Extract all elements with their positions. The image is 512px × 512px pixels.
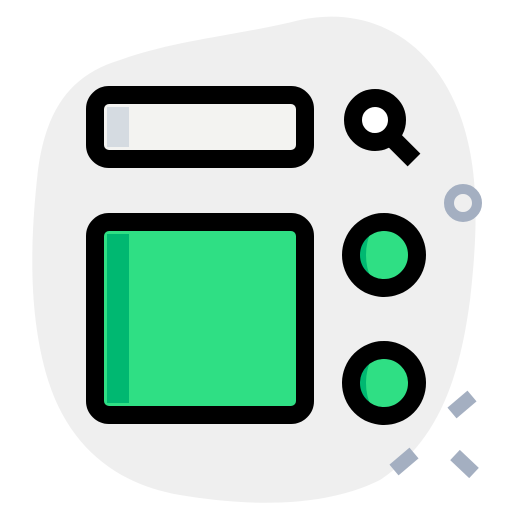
- decor-dash-right: [450, 449, 479, 479]
- search-bar-shade: [107, 107, 129, 147]
- magnifier-lens: [344, 89, 406, 151]
- option-dot-bottom: [342, 341, 426, 425]
- search-bar: [86, 86, 314, 168]
- content-panel: [86, 213, 314, 424]
- option-dot-top: [342, 213, 426, 297]
- icon-canvas: [0, 0, 512, 512]
- content-panel-shade: [107, 234, 129, 403]
- decor-dash-top: [447, 390, 477, 419]
- search-layout-icon: [32, 16, 482, 503]
